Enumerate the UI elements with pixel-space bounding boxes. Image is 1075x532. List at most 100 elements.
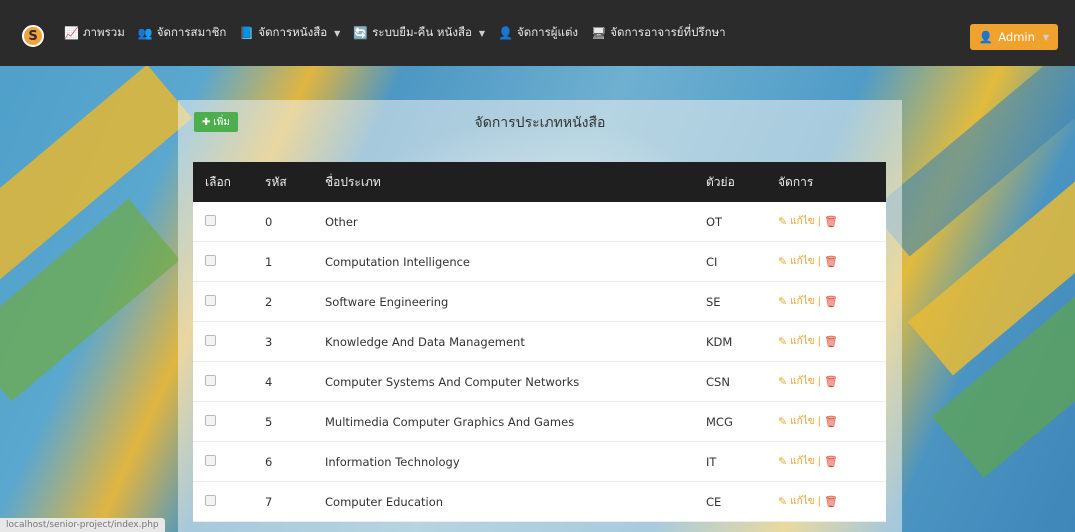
table-row: 0 Other OT ✎ แก้ไข | 🗑 [193, 202, 886, 242]
table-row: 5 Multimedia Computer Graphics And Games M… [193, 402, 886, 442]
row-checkbox[interactable] [205, 294, 216, 306]
status-bar-url: localhost/senior-project/index.php [0, 518, 165, 532]
table-row: 7 Computer Education CE ✎ แก้ไข | 🗑 [193, 482, 886, 522]
advisor-icon: 🖥 [591, 26, 607, 40]
row-select-cell [193, 334, 265, 349]
user-icon: 👤 [978, 30, 994, 44]
row-actions: ✎ แก้ไข | 🗑 [778, 214, 886, 229]
table-row: 4 Computer Systems And Computer Networks C… [193, 362, 886, 402]
row-actions: ✎ แก้ไข | 🗑 [778, 454, 886, 469]
row-actions: ✎ แก้ไข | 🗑 [778, 294, 886, 309]
row-name: Information Technology [325, 454, 460, 469]
category-table: เลือก รหัส ชื่อประเภท ตัวย่อ จัดการ 0 Oth… [193, 162, 886, 522]
nav-item-5[interactable]: 🖥 จัดการอาจารย์ที่ปรึกษา [591, 24, 726, 42]
row-abbr: IT [706, 454, 717, 469]
header-id: รหัส [265, 174, 287, 189]
row-select-cell [193, 454, 265, 469]
header-select: เลือก [205, 174, 231, 189]
add-label: เพิ่ม [213, 116, 230, 128]
row-id: 3 [265, 334, 273, 349]
row-abbr: CSN [706, 374, 730, 389]
action-separator: | [817, 296, 821, 307]
edit-icon[interactable]: ✎ [778, 375, 787, 388]
trash-icon[interactable]: 🗑 [824, 495, 838, 508]
admin-label: Admin [998, 30, 1035, 44]
chevron-down-icon: ▼ [1042, 32, 1050, 42]
edit-link[interactable]: แก้ไข [790, 294, 814, 309]
edit-link[interactable]: แก้ไข [790, 454, 814, 469]
trash-icon[interactable]: 🗑 [824, 455, 838, 468]
edit-icon[interactable]: ✎ [778, 495, 787, 508]
row-name: Multimedia Computer Graphics And Games [325, 414, 575, 429]
row-name: Other [325, 214, 358, 229]
row-name: Computer Systems And Computer Networks [325, 374, 580, 389]
main-nav: 📈 ภาพรวม 👥 จัดการสมาชิก 📘 จัดการหนังสือ ▼ 🔄 ระบบ… [64, 0, 726, 66]
edit-link[interactable]: แก้ไข [790, 374, 814, 389]
row-name: Computer Education [325, 494, 444, 509]
admin-menu-button[interactable]: 👤 Admin ▼ [970, 24, 1058, 50]
row-id: 2 [265, 294, 273, 309]
row-name: Software Engineering [325, 294, 449, 309]
nav-item-label: จัดการอาจารย์ที่ปรึกษา [610, 25, 726, 39]
row-id: 5 [265, 414, 273, 429]
nav-item-2[interactable]: 📘 จัดการหนังสือ ▼ [239, 24, 340, 42]
header-manage: จัดการ [778, 174, 814, 189]
nav-item-label: จัดการสมาชิก [156, 25, 227, 39]
action-separator: | [817, 256, 821, 267]
trash-icon[interactable]: 🗑 [824, 375, 838, 388]
row-checkbox[interactable] [205, 334, 216, 346]
row-abbr: MCG [706, 414, 733, 429]
exchange-icon: 🔄 [353, 26, 369, 40]
edit-icon[interactable]: ✎ [778, 415, 787, 428]
trash-icon[interactable]: 🗑 [824, 415, 838, 428]
row-actions: ✎ แก้ไข | 🗑 [778, 414, 886, 429]
table-header: เลือก รหัส ชื่อประเภท ตัวย่อ จัดการ [193, 162, 886, 202]
nav-item-label: จัดการผู้แต่ง [516, 25, 579, 39]
page-title: จัดการประเภทหนังสือ [474, 115, 606, 131]
edit-icon[interactable]: ✎ [778, 295, 787, 308]
row-abbr: OT [706, 214, 723, 229]
trash-icon[interactable]: 🗑 [824, 255, 838, 268]
row-select-cell [193, 374, 265, 389]
row-actions: ✎ แก้ไข | 🗑 [778, 374, 886, 389]
trash-icon[interactable]: 🗑 [824, 215, 838, 228]
trash-icon[interactable]: 🗑 [824, 295, 838, 308]
nav-item-label: ระบบยืม-คืน หนังสือ [372, 25, 472, 39]
row-checkbox[interactable] [205, 254, 216, 266]
row-id: 7 [265, 494, 273, 509]
edit-link[interactable]: แก้ไข [790, 334, 814, 349]
edit-icon[interactable]: ✎ [778, 255, 787, 268]
edit-link[interactable]: แก้ไข [790, 494, 814, 509]
row-id: 4 [265, 374, 273, 389]
edit-link[interactable]: แก้ไข [790, 214, 814, 229]
nav-item-4[interactable]: 👤 จัดการผู้แต่ง [498, 24, 578, 42]
row-actions: ✎ แก้ไข | 🗑 [778, 494, 886, 509]
add-category-button[interactable]: ✚ เพิ่ม [194, 112, 238, 132]
nav-item-0[interactable]: 📈 ภาพรวม [64, 24, 125, 42]
edit-icon[interactable]: ✎ [778, 335, 787, 348]
book-icon: 📘 [239, 26, 255, 40]
row-abbr: SE [706, 294, 721, 309]
row-select-cell [193, 294, 265, 309]
action-separator: | [817, 376, 821, 387]
row-checkbox[interactable] [205, 374, 216, 386]
edit-link[interactable]: แก้ไข [790, 254, 814, 269]
table-row: 3 Knowledge And Data Management KDM ✎ แก้ไข |… [193, 322, 886, 362]
row-checkbox[interactable] [205, 494, 216, 506]
nav-item-1[interactable]: 👥 จัดการสมาชิก [138, 24, 227, 42]
edit-icon[interactable]: ✎ [778, 215, 787, 228]
brand-logo[interactable]: S [22, 25, 44, 47]
row-select-cell [193, 254, 265, 269]
row-checkbox[interactable] [205, 414, 216, 426]
author-icon: 👤 [498, 26, 513, 40]
edit-link[interactable]: แก้ไข [790, 414, 814, 429]
header-name: ชื่อประเภท [325, 174, 381, 189]
edit-icon[interactable]: ✎ [778, 455, 787, 468]
row-checkbox[interactable] [205, 214, 216, 226]
table-body: 0 Other OT ✎ แก้ไข | 🗑 1 Computation Intelligenc… [193, 202, 886, 522]
row-checkbox[interactable] [205, 454, 216, 466]
trash-icon[interactable]: 🗑 [824, 335, 838, 348]
chevron-down-icon: ▼ [334, 28, 341, 38]
nav-item-3[interactable]: 🔄 ระบบยืม-คืน หนังสือ ▼ [353, 24, 485, 42]
action-separator: | [817, 336, 821, 347]
